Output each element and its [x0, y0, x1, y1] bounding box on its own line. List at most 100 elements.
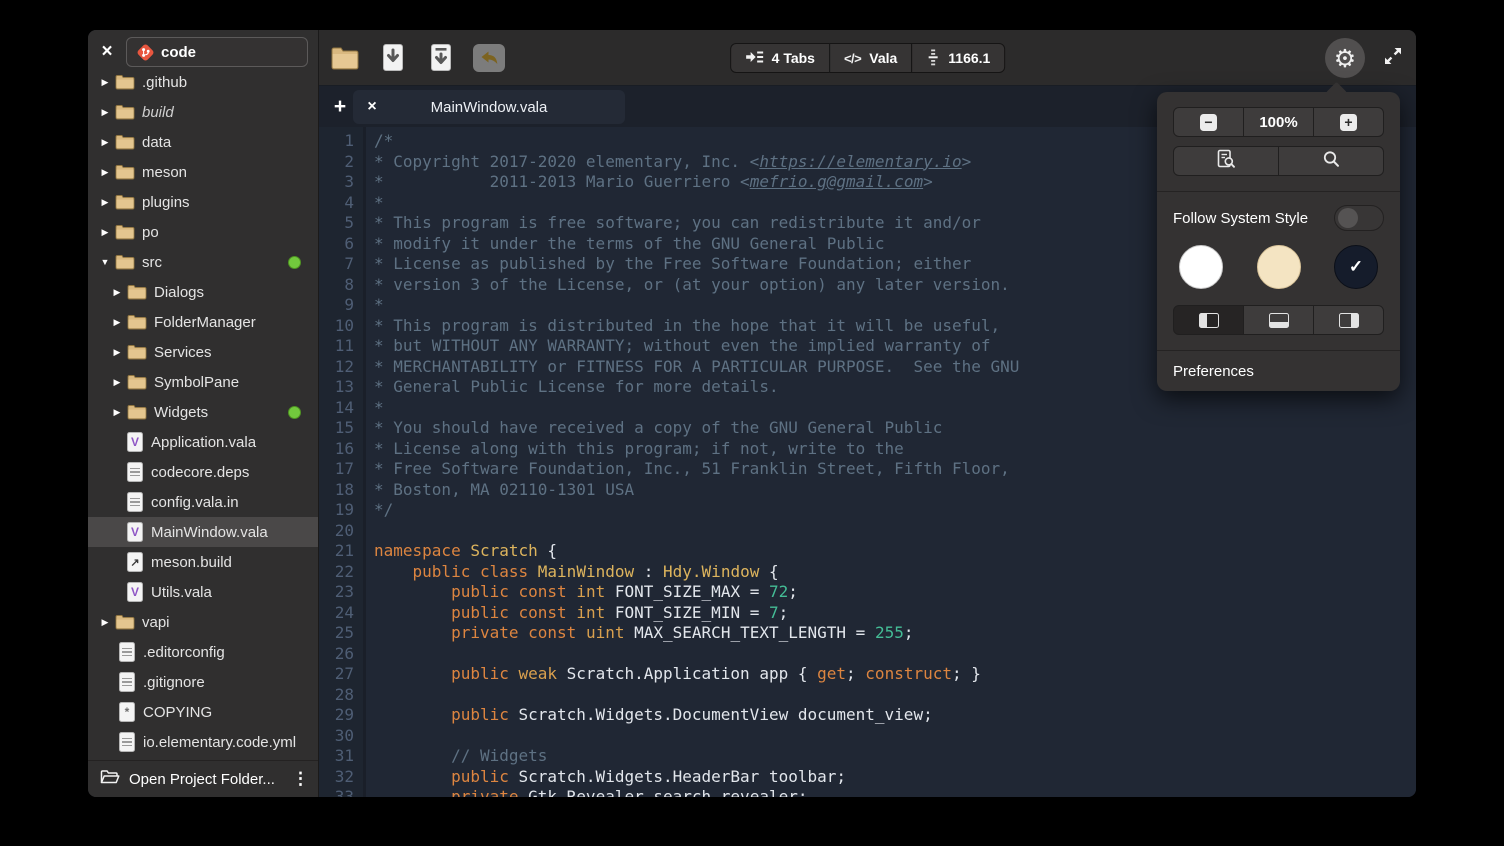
expand-arrow-icon[interactable]: ▼: [100, 257, 110, 267]
folder-icon: [115, 254, 135, 270]
goto-line-button[interactable]: 1166.1: [911, 43, 1005, 73]
collapse-arrow-icon[interactable]: ▶: [100, 167, 110, 178]
tree-item-Widgets[interactable]: ▶Widgets: [88, 397, 318, 427]
dark-style-option-selected[interactable]: ✓: [1334, 245, 1378, 289]
tree-item-config.vala.in[interactable]: config.vala.in: [88, 487, 318, 517]
line-number: 12: [319, 357, 354, 378]
panel-right-layout-button[interactable]: [1313, 305, 1384, 335]
line-number: 14: [319, 398, 354, 419]
line-number-gutter: 1234567891011121314151617181920212223242…: [319, 127, 366, 797]
code-line: private Gtk.Revealer search_revealer;: [374, 787, 1416, 797]
collapse-arrow-icon[interactable]: ▶: [100, 617, 110, 628]
text-file-icon: [127, 492, 143, 512]
tree-item-label: build: [142, 104, 174, 121]
git-project-button[interactable]: code: [126, 37, 308, 67]
find-group: [1173, 146, 1384, 176]
tree-item-vapi[interactable]: ▶vapi: [88, 607, 318, 637]
restore-button-disabled[interactable]: [473, 42, 505, 74]
code-line: * You should have received a copy of the…: [374, 418, 1416, 439]
tree-item-label: meson: [142, 164, 187, 181]
collapse-arrow-icon[interactable]: ▶: [112, 317, 122, 328]
code-line: private const uint MAX_SEARCH_TEXT_LENGT…: [374, 623, 1416, 644]
light-style-option[interactable]: [1179, 245, 1223, 289]
collapse-arrow-icon[interactable]: ▶: [112, 377, 122, 388]
tree-item-label: config.vala.in: [151, 494, 239, 511]
collapse-arrow-icon[interactable]: ▶: [100, 107, 110, 118]
tree-item-src[interactable]: ▼src: [88, 247, 318, 277]
tree-item-label: .gitignore: [143, 674, 205, 691]
code-line: [374, 644, 1416, 665]
tree-item-Application.vala[interactable]: VApplication.vala: [88, 427, 318, 457]
collapse-arrow-icon[interactable]: ▶: [100, 227, 110, 238]
collapse-arrow-icon[interactable]: ▶: [112, 287, 122, 298]
tree-item-label: plugins: [142, 194, 190, 211]
tree-item-io.elementary.code.yml[interactable]: io.elementary.code.yml: [88, 727, 318, 757]
line-number: 32: [319, 767, 354, 788]
collapse-arrow-icon[interactable]: ▶: [112, 407, 122, 418]
git-modified-badge: [288, 256, 301, 269]
line-number: 25: [319, 623, 354, 644]
open-project-footer[interactable]: Open Project Folder... ⋮: [88, 760, 318, 797]
open-file-button[interactable]: [329, 42, 361, 74]
zoom-in-button[interactable]: +: [1313, 107, 1384, 137]
tree-item-Services[interactable]: ▶ Services: [88, 337, 318, 367]
collapse-arrow-icon[interactable]: ▶: [100, 77, 110, 88]
tree-item-FolderManager[interactable]: ▶FolderManager: [88, 307, 318, 337]
tree-item-label: Services: [154, 344, 212, 361]
tree-item-build[interactable]: ▶ build: [88, 97, 318, 127]
fullscreen-button[interactable]: [1382, 45, 1404, 72]
line-number: 6: [319, 234, 354, 255]
tree-item-Dialogs[interactable]: ▶ Dialogs: [88, 277, 318, 307]
follow-system-toggle[interactable]: [1334, 205, 1384, 231]
line-number: 1: [319, 131, 354, 152]
collapse-arrow-icon[interactable]: ▶: [100, 197, 110, 208]
tree-item-data[interactable]: ▶data: [88, 127, 318, 157]
tree-item-SymbolPane[interactable]: ▶SymbolPane: [88, 367, 318, 397]
close-project-button[interactable]: ×: [96, 41, 118, 63]
code-line: *: [374, 398, 1416, 419]
text-file-icon: [119, 672, 135, 692]
language-button[interactable]: </> Vala: [829, 43, 912, 73]
tree-item-plugins[interactable]: ▶ plugins: [88, 187, 318, 217]
collapse-arrow-icon[interactable]: ▶: [100, 137, 110, 148]
settings-menu-button[interactable]: ⚙: [1325, 38, 1365, 78]
sepia-style-option[interactable]: [1257, 245, 1301, 289]
find-in-document-button[interactable]: [1173, 146, 1279, 176]
sidebar-left-layout-button[interactable]: [1173, 305, 1244, 335]
search-button[interactable]: [1278, 146, 1384, 176]
new-tab-button[interactable]: +: [327, 90, 353, 124]
tree-item-po[interactable]: ▶po: [88, 217, 318, 247]
follow-system-label: Follow System Style: [1173, 210, 1308, 227]
save-as-button[interactable]: [425, 42, 457, 74]
line-number: 2: [319, 152, 354, 173]
line-number: 11: [319, 336, 354, 357]
tree-item-label: Dialogs: [154, 284, 204, 301]
tab-overview-button[interactable]: 4 Tabs: [730, 43, 830, 73]
tree-item-meson[interactable]: ▶ meson: [88, 157, 318, 187]
follow-system-row: Follow System Style: [1173, 205, 1384, 231]
tree-item-.github[interactable]: ▶.github: [88, 74, 318, 97]
tree-item-.editorconfig[interactable]: .editorconfig: [88, 637, 318, 667]
line-number: 26: [319, 644, 354, 665]
tab-mainwindow-vala[interactable]: × MainWindow.vala: [353, 90, 625, 124]
kebab-menu-button[interactable]: ⋮: [292, 769, 308, 789]
tree-item-Utils.vala[interactable]: VUtils.vala: [88, 577, 318, 607]
panel-bottom-layout-button[interactable]: [1243, 305, 1314, 335]
tree-item-MainWindow.vala[interactable]: VMainWindow.vala: [88, 517, 318, 547]
code-editor-window: × code ▶.github▶build▶data▶meson▶plugins…: [88, 30, 1416, 797]
tree-item-COPYING[interactable]: *COPYING: [88, 697, 318, 727]
preferences-menu-item[interactable]: Preferences: [1157, 351, 1400, 391]
zoom-level-button[interactable]: 100%: [1243, 107, 1314, 137]
tree-item-meson.build[interactable]: ↗meson.build: [88, 547, 318, 577]
line-number: 9: [319, 295, 354, 316]
tree-item-codecore.deps[interactable]: codecore.deps: [88, 457, 318, 487]
line-number: 10: [319, 316, 354, 337]
tab-close-icon[interactable]: ×: [363, 98, 381, 116]
gear-icon: ⚙: [1334, 46, 1356, 71]
tab-count-label: 4 Tabs: [772, 50, 815, 66]
zoom-out-button[interactable]: −: [1173, 107, 1244, 137]
collapse-arrow-icon[interactable]: ▶: [112, 347, 122, 358]
project-header: × code: [88, 30, 318, 74]
save-button[interactable]: [377, 42, 409, 74]
tree-item-.gitignore[interactable]: .gitignore: [88, 667, 318, 697]
